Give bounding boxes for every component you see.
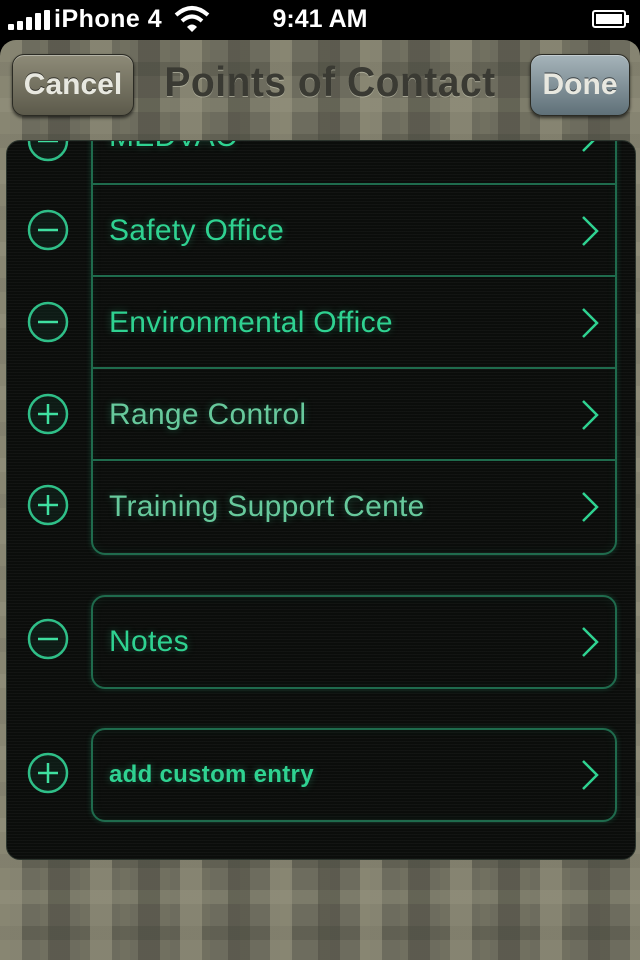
contact-label: Range Control	[109, 398, 307, 431]
battery-icon	[592, 10, 629, 28]
remove-notes-button[interactable]	[27, 618, 69, 660]
chevron-right-icon	[582, 400, 599, 430]
chevron-right-icon	[582, 141, 595, 152]
cancel-button[interactable]: Cancel	[12, 54, 134, 116]
contact-label: MEDVAC	[109, 141, 237, 154]
remove-medvac-button[interactable]	[27, 140, 69, 162]
done-button[interactable]: Done	[530, 54, 630, 116]
contact-row[interactable]: Range Control	[93, 367, 615, 461]
contact-row[interactable]: Training Support Cente	[93, 459, 615, 553]
status-time: 9:41 AM	[272, 5, 368, 33]
contact-label: Training Support Cente	[109, 490, 425, 523]
add-training-support-button[interactable]	[27, 484, 69, 526]
chevron-right-icon	[582, 627, 599, 657]
custom-entry-label: add custom entry	[109, 761, 314, 788]
page-title: Points of Contact	[164, 58, 496, 105]
contact-row[interactable]: Safety Office	[93, 183, 615, 277]
chevron-right-icon	[582, 216, 599, 246]
notes-label: Notes	[109, 625, 189, 658]
contact-row[interactable]: MEDVAC	[93, 141, 615, 183]
remove-safety-office-button[interactable]	[27, 209, 69, 251]
add-custom-entry-button[interactable]	[27, 752, 69, 794]
status-bar: iPhone 4 9:41 AM	[0, 0, 640, 40]
contacts-table: MEDVAC Safety Office Environmental Offic…	[6, 140, 636, 860]
contact-label: Environmental Office	[109, 306, 393, 339]
chevron-right-icon	[582, 492, 599, 522]
notes-row[interactable]: Notes	[93, 597, 615, 687]
remove-environmental-office-button[interactable]	[27, 301, 69, 343]
add-custom-entry-row[interactable]: add custom entry	[93, 730, 615, 820]
add-range-control-button[interactable]	[27, 393, 69, 435]
navigation-bar: Cancel Points of Contact Done	[0, 40, 640, 140]
contacts-group: MEDVAC Safety Office Environmental Offic…	[91, 141, 617, 555]
chevron-right-icon	[582, 760, 599, 790]
contact-row[interactable]: Environmental Office	[93, 275, 615, 369]
notes-group: Notes	[91, 595, 617, 689]
chevron-right-icon	[582, 308, 599, 338]
contact-label: Safety Office	[109, 214, 285, 247]
custom-entry-group: add custom entry	[91, 728, 617, 822]
